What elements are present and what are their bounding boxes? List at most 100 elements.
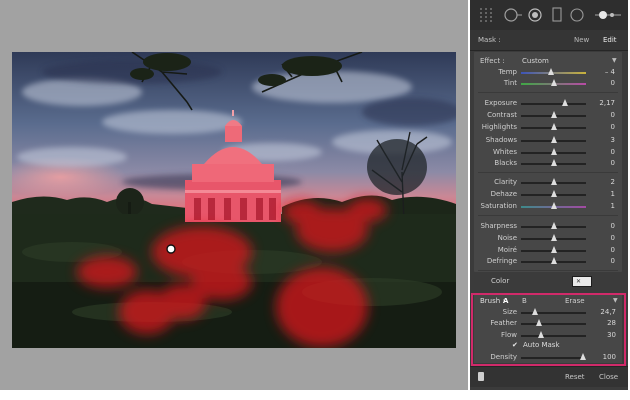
- density-slider[interactable]: [521, 357, 583, 359]
- brush-tab-a[interactable]: A: [503, 297, 508, 305]
- brush-size-label: Size: [502, 308, 517, 316]
- moir-value[interactable]: 0: [611, 246, 615, 254]
- highlights-row: Highlights 0: [0, 122, 630, 133]
- mask-toggle-switch[interactable]: [478, 372, 484, 381]
- whites-value[interactable]: 0: [611, 148, 615, 156]
- auto-mask-label: Auto Mask: [523, 341, 560, 349]
- noise-slider-thumb[interactable]: [550, 234, 557, 241]
- color-swatch-x-icon: ✕: [576, 278, 582, 285]
- effect-preset-dropdown[interactable]: Custom: [522, 57, 549, 65]
- brush-flow-row: Flow 30: [0, 330, 630, 341]
- moir-slider-thumb[interactable]: [550, 246, 557, 253]
- contrast-value[interactable]: 0: [611, 111, 615, 119]
- dehaze-row: Dehaze 1: [0, 189, 630, 200]
- photo-preview[interactable]: [12, 52, 456, 348]
- temp-value[interactable]: – 4: [605, 68, 615, 76]
- brush-feather-value[interactable]: 28: [607, 319, 616, 327]
- brush-size-slider[interactable]: [521, 312, 586, 314]
- sharpness-value[interactable]: 0: [611, 222, 615, 230]
- defringe-label: Defringe: [486, 257, 517, 265]
- tint-row: Tint 0: [0, 78, 630, 89]
- sharpness-slider-thumb[interactable]: [550, 222, 557, 229]
- whites-slider-thumb[interactable]: [550, 148, 557, 155]
- close-button[interactable]: Close: [599, 373, 618, 381]
- brush-collapse-arrow-icon[interactable]: ▼: [613, 297, 618, 304]
- exposure-value[interactable]: 2,17: [599, 99, 615, 107]
- crop-overlay-icon[interactable]: [500, 5, 522, 25]
- tint-slider-thumb[interactable]: [550, 79, 557, 86]
- defringe-value[interactable]: 0: [611, 257, 615, 265]
- brush-tab-erase[interactable]: Erase: [565, 297, 585, 305]
- brush-feather-row: Feather 28: [0, 318, 630, 329]
- tool-strip: [470, 0, 628, 31]
- brush-flow-label: Flow: [501, 331, 517, 339]
- density-slider-thumb[interactable]: [580, 353, 586, 360]
- red-eye-icon[interactable]: [546, 5, 568, 25]
- highlights-label: Highlights: [481, 123, 517, 131]
- highlights-slider-thumb[interactable]: [550, 123, 557, 130]
- contrast-slider-thumb[interactable]: [550, 111, 557, 118]
- exposure-slider[interactable]: [521, 103, 586, 105]
- whites-label: Whites: [492, 148, 517, 156]
- saturation-value[interactable]: 1: [611, 202, 615, 210]
- clarity-slider-thumb[interactable]: [551, 178, 558, 185]
- blacks-value[interactable]: 0: [611, 159, 615, 167]
- highlights-value[interactable]: 0: [611, 123, 615, 131]
- brush-size-value[interactable]: 24,7: [600, 308, 616, 316]
- defringe-slider-thumb[interactable]: [550, 257, 557, 264]
- dehaze-slider-thumb[interactable]: [550, 190, 557, 197]
- shadows-label: Shadows: [485, 136, 517, 144]
- effect-label: Effect :: [480, 57, 505, 65]
- brush-flow-slider-thumb[interactable]: [537, 331, 544, 338]
- brush-feather-slider-thumb[interactable]: [536, 319, 543, 326]
- reset-button[interactable]: Reset: [565, 373, 585, 381]
- saturation-slider-thumb[interactable]: [550, 202, 557, 209]
- brush-flow-value[interactable]: 30: [607, 331, 616, 339]
- auto-mask-option[interactable]: ✔ Auto Mask: [480, 341, 620, 350]
- brush-tab-b[interactable]: B: [522, 297, 527, 305]
- divider: [478, 172, 618, 173]
- spot-removal-icon[interactable]: [524, 5, 546, 25]
- mask-row: Mask : New Edit: [470, 30, 628, 51]
- brush-feather-slider[interactable]: [521, 323, 586, 325]
- noise-label: Noise: [497, 234, 517, 242]
- shadows-row: Shadows 3: [0, 135, 630, 146]
- shadows-value[interactable]: 3: [611, 136, 615, 144]
- blacks-slider-thumb[interactable]: [550, 159, 557, 166]
- noise-row: Noise 0: [0, 233, 630, 244]
- temp-slider-thumb[interactable]: [547, 68, 554, 75]
- divider: [478, 92, 618, 93]
- exposure-row: Exposure 2,17: [0, 98, 630, 109]
- brush-header: Brush : A B Erase ▼: [480, 297, 620, 307]
- temp-row: Temp – 4: [0, 67, 630, 78]
- shadows-slider-thumb[interactable]: [551, 136, 558, 143]
- density-value[interactable]: 100: [603, 353, 616, 361]
- contrast-label: Contrast: [487, 111, 517, 119]
- defringe-row: Defringe 0: [0, 256, 630, 267]
- grid-overlay-icon[interactable]: [476, 5, 498, 25]
- mask-new-button[interactable]: New: [574, 36, 589, 44]
- brush-size-row: Size 24,7: [0, 307, 630, 318]
- auto-mask-checkbox[interactable]: ✔: [512, 341, 518, 349]
- clarity-value[interactable]: 2: [611, 178, 615, 186]
- adjustment-brush-icon[interactable]: [592, 5, 624, 25]
- brush-flow-slider[interactable]: [521, 335, 586, 337]
- tint-label: Tint: [503, 79, 517, 87]
- graduated-filter-icon[interactable]: [566, 5, 588, 25]
- mask-edit-button[interactable]: Edit: [603, 36, 617, 44]
- noise-value[interactable]: 0: [611, 234, 615, 242]
- tint-value[interactable]: 0: [611, 79, 615, 87]
- temp-label: Temp: [498, 68, 517, 76]
- effect-dropdown-arrow-icon[interactable]: ▼: [612, 57, 617, 64]
- exposure-slider-thumb[interactable]: [562, 99, 569, 106]
- contrast-row: Contrast 0: [0, 110, 630, 121]
- lightroom-develop-window: Mask : New Edit Effect : Custom ▼ Temp – …: [0, 0, 630, 400]
- brush-size-slider-thumb[interactable]: [532, 308, 539, 315]
- mask-label: Mask :: [478, 36, 501, 44]
- exposure-label: Exposure: [484, 99, 517, 107]
- sharpness-label: Sharpness: [480, 222, 517, 230]
- clarity-row: Clarity 2: [0, 177, 630, 188]
- dehaze-value[interactable]: 1: [611, 190, 615, 198]
- clarity-label: Clarity: [494, 178, 517, 186]
- color-swatch[interactable]: ✕: [572, 276, 592, 287]
